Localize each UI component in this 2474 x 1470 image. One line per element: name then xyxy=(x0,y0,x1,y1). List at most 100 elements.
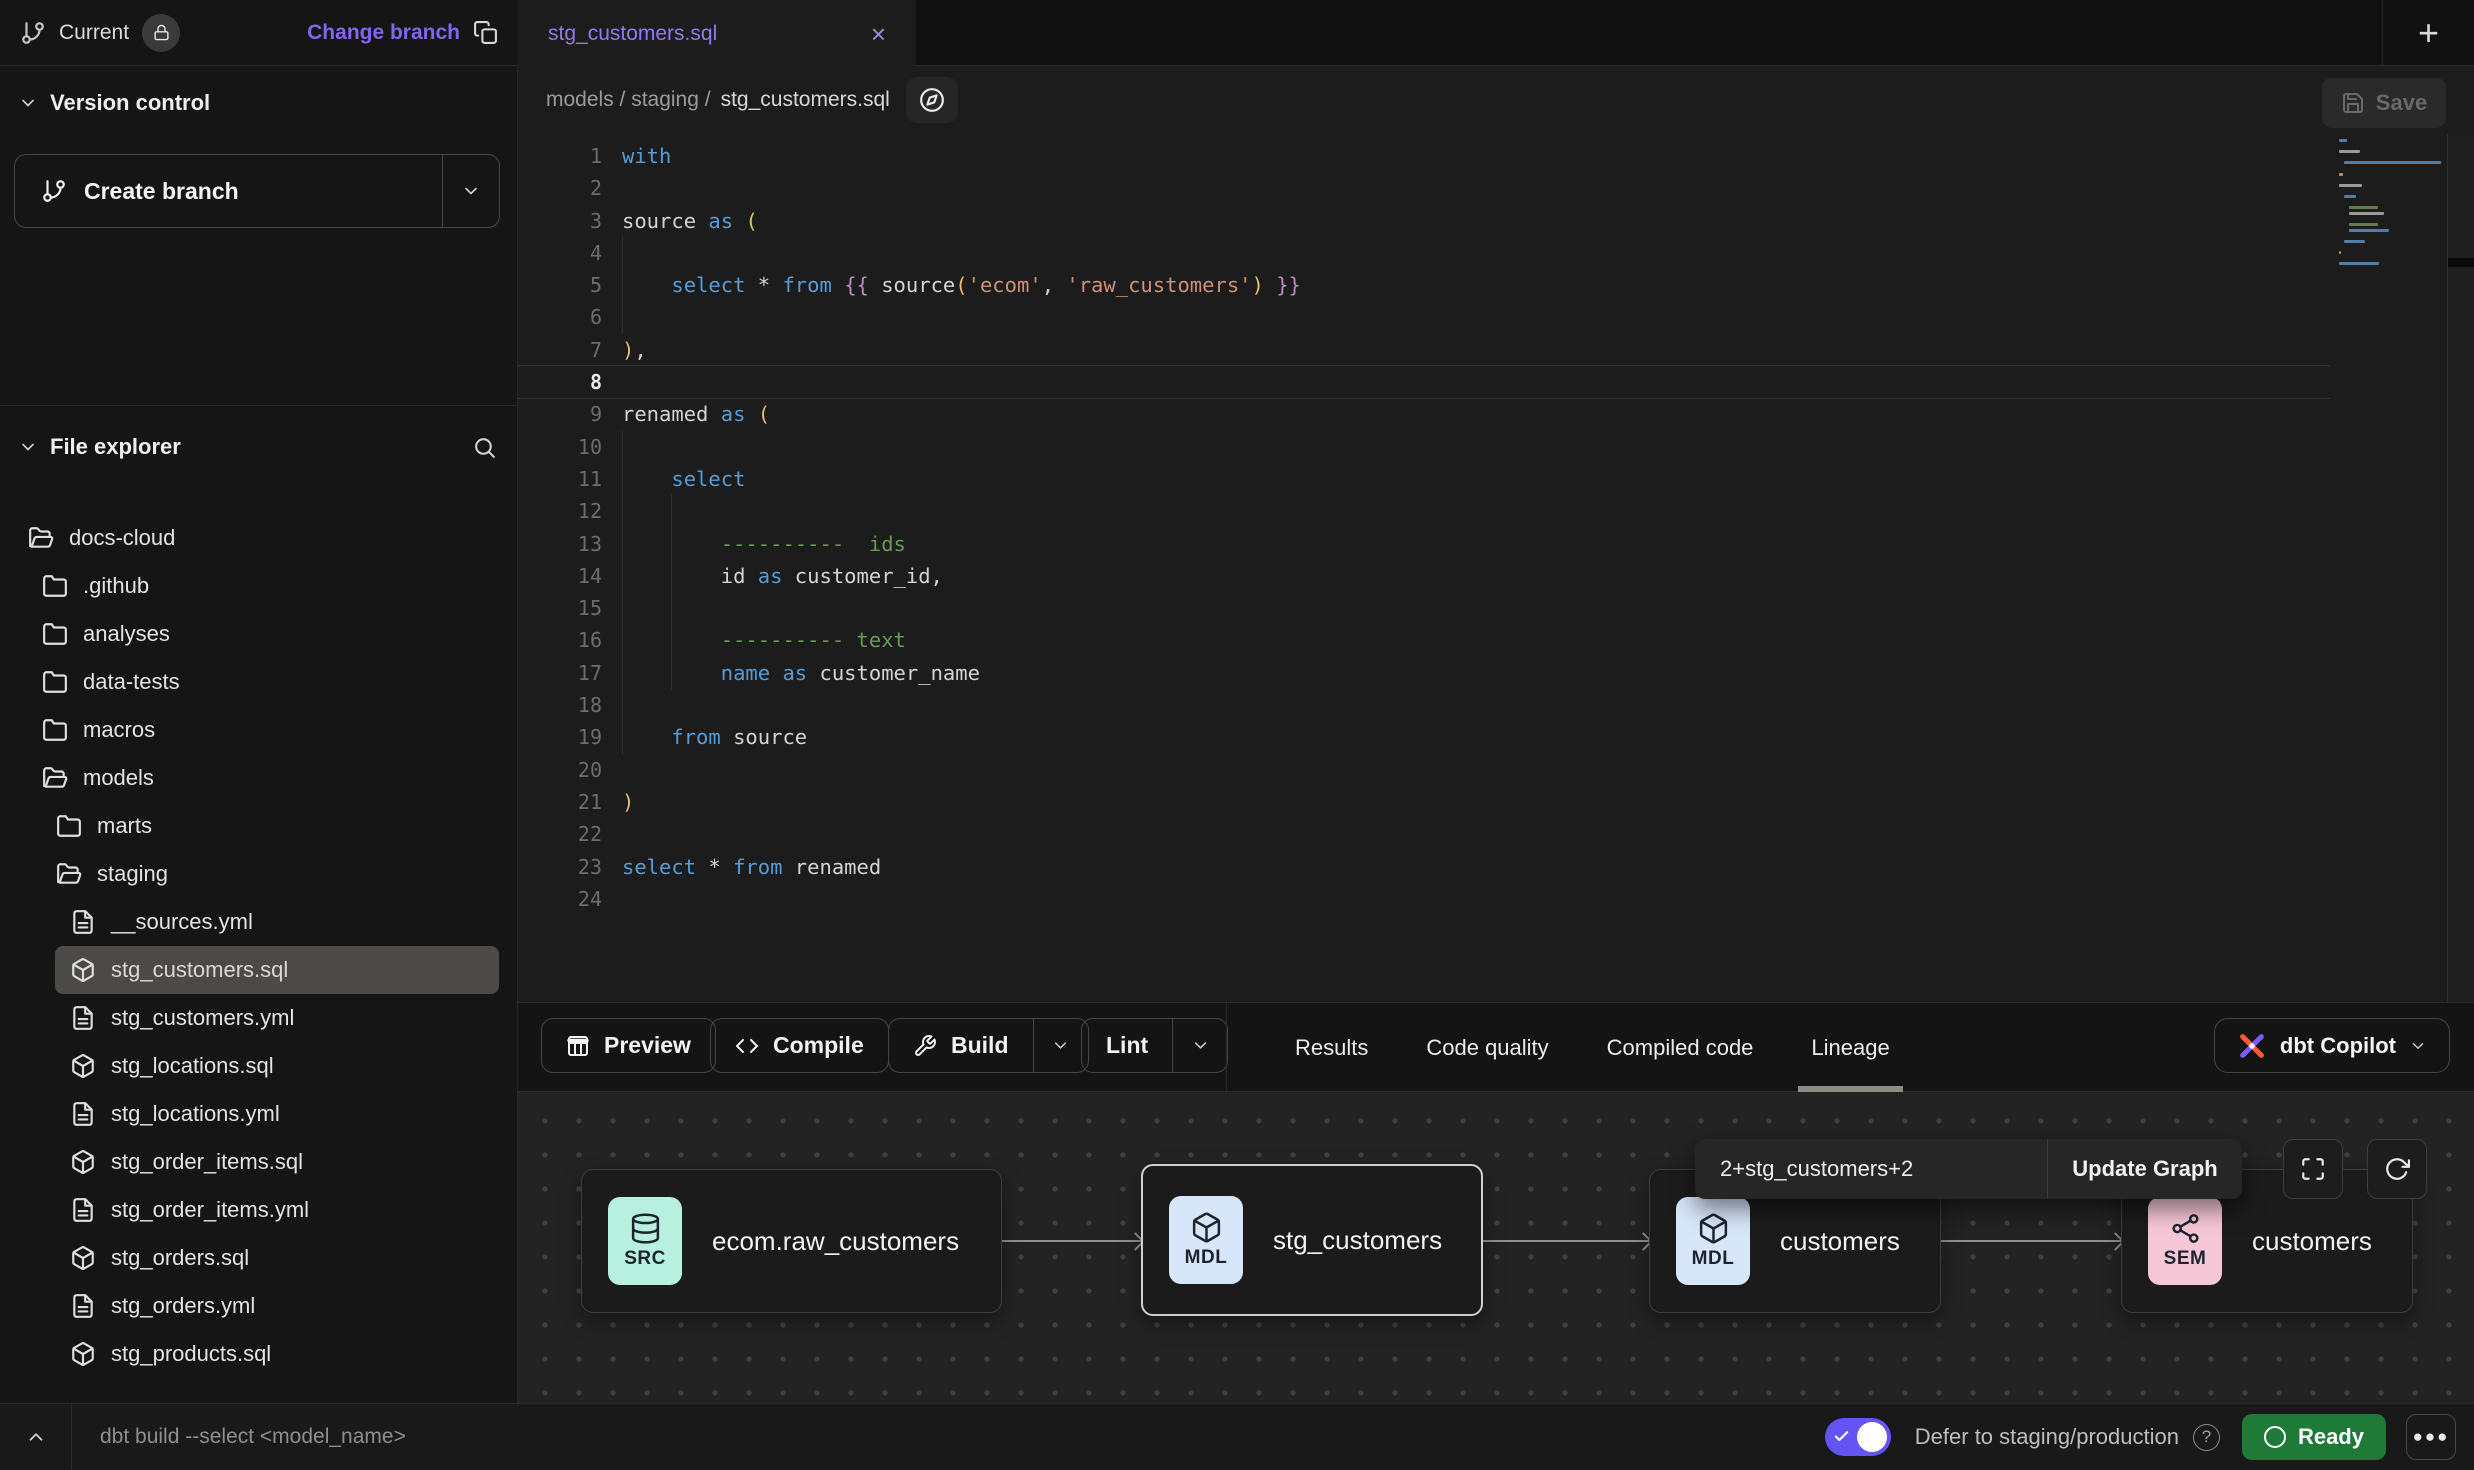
defer-toggle[interactable] xyxy=(1825,1418,1891,1456)
file-tree-item-stg-orders-yml[interactable]: stg_orders.yml xyxy=(0,1282,517,1330)
status-bar: dbt build --select <model_name> Defer to… xyxy=(0,1403,2474,1470)
code-line-20[interactable] xyxy=(622,754,1301,786)
build-dropdown[interactable] xyxy=(1034,1019,1088,1072)
lint-button[interactable]: Lint xyxy=(1081,1018,1228,1073)
code-line-23[interactable]: select * from renamed xyxy=(622,851,1301,883)
code-content[interactable]: with source as ( select * from {{ source… xyxy=(622,140,1301,915)
compile-button[interactable]: Compile xyxy=(710,1018,889,1073)
file-tree-item-models[interactable]: models xyxy=(0,754,517,802)
cube-icon xyxy=(1190,1211,1223,1244)
dbt-copilot-button[interactable]: dbt Copilot xyxy=(2214,1018,2450,1073)
lineage-fullscreen-button[interactable] xyxy=(2283,1139,2343,1199)
code-line-24[interactable] xyxy=(622,883,1301,915)
file-icon xyxy=(70,1005,96,1031)
code-line-10[interactable] xyxy=(622,431,1301,463)
code-line-21[interactable]: ) xyxy=(622,786,1301,818)
collapse-panel-button[interactable] xyxy=(0,1404,71,1470)
breadcrumb-path: models / staging / xyxy=(546,88,711,112)
file-tree-item-data-tests[interactable]: data-tests xyxy=(0,658,517,706)
node-label: customers xyxy=(1780,1226,1900,1257)
editor-toolbar: Preview Compile Build Lint xyxy=(518,1002,2474,1092)
folder-open-icon xyxy=(56,861,82,887)
code-editor[interactable]: 123456789101112131415161718192021222324 … xyxy=(518,134,2474,1002)
code-line-4[interactable] xyxy=(622,237,1301,269)
code-line-7[interactable]: ), xyxy=(622,334,1301,366)
more-options-button[interactable]: ●●● xyxy=(2406,1414,2456,1460)
command-input[interactable]: dbt build --select <model_name> xyxy=(100,1425,406,1449)
panel-tab-compiled-code[interactable]: Compiled code xyxy=(1578,1003,1783,1092)
lineage-selector-input[interactable]: 2+stg_customers+2 xyxy=(1695,1139,2047,1199)
lineage-graph-panel[interactable]: SRCecom.raw_customers MDLstg_customers MDL… xyxy=(518,1092,2474,1403)
code-line-16[interactable]: ---------- text xyxy=(622,624,1301,656)
file-tree-item-stg-locations-sql[interactable]: stg_locations.sql xyxy=(0,1042,517,1090)
share-icon xyxy=(2169,1212,2202,1245)
lint-dropdown[interactable] xyxy=(1173,1019,1227,1072)
create-branch-main[interactable]: Create branch xyxy=(15,155,442,227)
code-line-15[interactable] xyxy=(622,592,1301,624)
search-icon[interactable] xyxy=(472,435,497,460)
code-line-1[interactable]: with xyxy=(622,140,1301,172)
panel-tab-results[interactable]: Results xyxy=(1266,1003,1397,1092)
lineage-refresh-button[interactable] xyxy=(2367,1139,2427,1199)
file-tree-label: stg_order_items.yml xyxy=(111,1197,309,1223)
file-tree-item-stg-order-items-yml[interactable]: stg_order_items.yml xyxy=(0,1186,517,1234)
minimap-line xyxy=(2339,262,2379,265)
code-line-3[interactable]: source as ( xyxy=(622,205,1301,237)
file-explorer-header[interactable]: File explorer xyxy=(18,424,497,470)
node-type-badge: MDL xyxy=(1676,1197,1750,1285)
lineage-node-stg-customers-mdl[interactable]: MDLstg_customers xyxy=(1141,1164,1483,1316)
build-button[interactable]: Build xyxy=(888,1018,1089,1073)
file-tree-item--github[interactable]: .github xyxy=(0,562,517,610)
file-tree-item-stg-locations-yml[interactable]: stg_locations.yml xyxy=(0,1090,517,1138)
new-tab-button[interactable]: + xyxy=(2418,15,2439,51)
version-control-header[interactable]: Version control xyxy=(18,90,210,116)
code-line-12[interactable] xyxy=(622,495,1301,527)
create-branch-button[interactable]: Create branch xyxy=(14,154,500,228)
ready-status-badge[interactable]: Ready xyxy=(2242,1414,2386,1460)
change-branch-link[interactable]: Change branch xyxy=(307,21,460,45)
code-line-14[interactable]: id as customer_id, xyxy=(622,560,1301,592)
panel-tab-code-quality[interactable]: Code quality xyxy=(1397,1003,1577,1092)
copy-icon[interactable] xyxy=(473,20,498,45)
code-line-8[interactable] xyxy=(622,366,1301,398)
file-tree-item--sources-yml[interactable]: __sources.yml xyxy=(0,898,517,946)
file-tree-item-stg-customers-sql[interactable]: stg_customers.sql xyxy=(55,946,499,994)
code-line-2[interactable] xyxy=(622,172,1301,204)
help-icon[interactable]: ? xyxy=(2193,1424,2220,1451)
cube-icon xyxy=(1697,1212,1730,1245)
minimap-line xyxy=(2339,173,2343,176)
file-tree-item-marts[interactable]: marts xyxy=(0,802,517,850)
code-line-18[interactable] xyxy=(622,689,1301,721)
code-line-9[interactable]: renamed as ( xyxy=(622,398,1301,430)
file-tree-item-stg-products-sql[interactable]: stg_products.sql xyxy=(0,1330,517,1378)
file-tree-item-docs-cloud[interactable]: docs-cloud xyxy=(0,514,517,562)
file-tree-item-staging[interactable]: staging xyxy=(0,850,517,898)
code-line-6[interactable] xyxy=(622,301,1301,333)
chevron-up-icon xyxy=(25,1426,47,1448)
save-button[interactable]: Save xyxy=(2322,78,2446,128)
file-tree-label: stg_orders.sql xyxy=(111,1245,249,1271)
panel-tab-lineage[interactable]: Lineage xyxy=(1782,1003,1918,1092)
update-graph-button[interactable]: Update Graph xyxy=(2048,1139,2242,1199)
file-tree-item-stg-orders-sql[interactable]: stg_orders.sql xyxy=(0,1234,517,1282)
minimap-line xyxy=(2344,195,2355,198)
code-line-13[interactable]: ---------- ids xyxy=(622,528,1301,560)
close-tab-icon[interactable]: × xyxy=(871,21,886,47)
chevron-down-icon xyxy=(2409,1037,2427,1055)
file-tree-item-analyses[interactable]: analyses xyxy=(0,610,517,658)
code-line-19[interactable]: from source xyxy=(622,721,1301,753)
file-tree-item-macros[interactable]: macros xyxy=(0,706,517,754)
preview-button[interactable]: Preview xyxy=(541,1018,716,1073)
status-bar-right: Defer to staging/production ? Ready ●●● xyxy=(1825,1414,2474,1460)
code-line-5[interactable]: select * from {{ source('ecom', 'raw_cus… xyxy=(622,269,1301,301)
file-tree-item-stg-customers-yml[interactable]: stg_customers.yml xyxy=(0,994,517,1042)
file-tree-item-stg-order-items-sql[interactable]: stg_order_items.sql xyxy=(0,1138,517,1186)
code-line-22[interactable] xyxy=(622,818,1301,850)
explore-docs-button[interactable] xyxy=(906,77,958,123)
lineage-node-ecom-raw-customers-src[interactable]: SRCecom.raw_customers xyxy=(581,1169,1002,1313)
save-icon xyxy=(2341,91,2365,115)
create-branch-dropdown[interactable] xyxy=(443,155,499,227)
tab-stg-customers-sql[interactable]: stg_customers.sql × xyxy=(518,0,916,67)
code-line-11[interactable]: select xyxy=(622,463,1301,495)
code-line-17[interactable]: name as customer_name xyxy=(622,657,1301,689)
